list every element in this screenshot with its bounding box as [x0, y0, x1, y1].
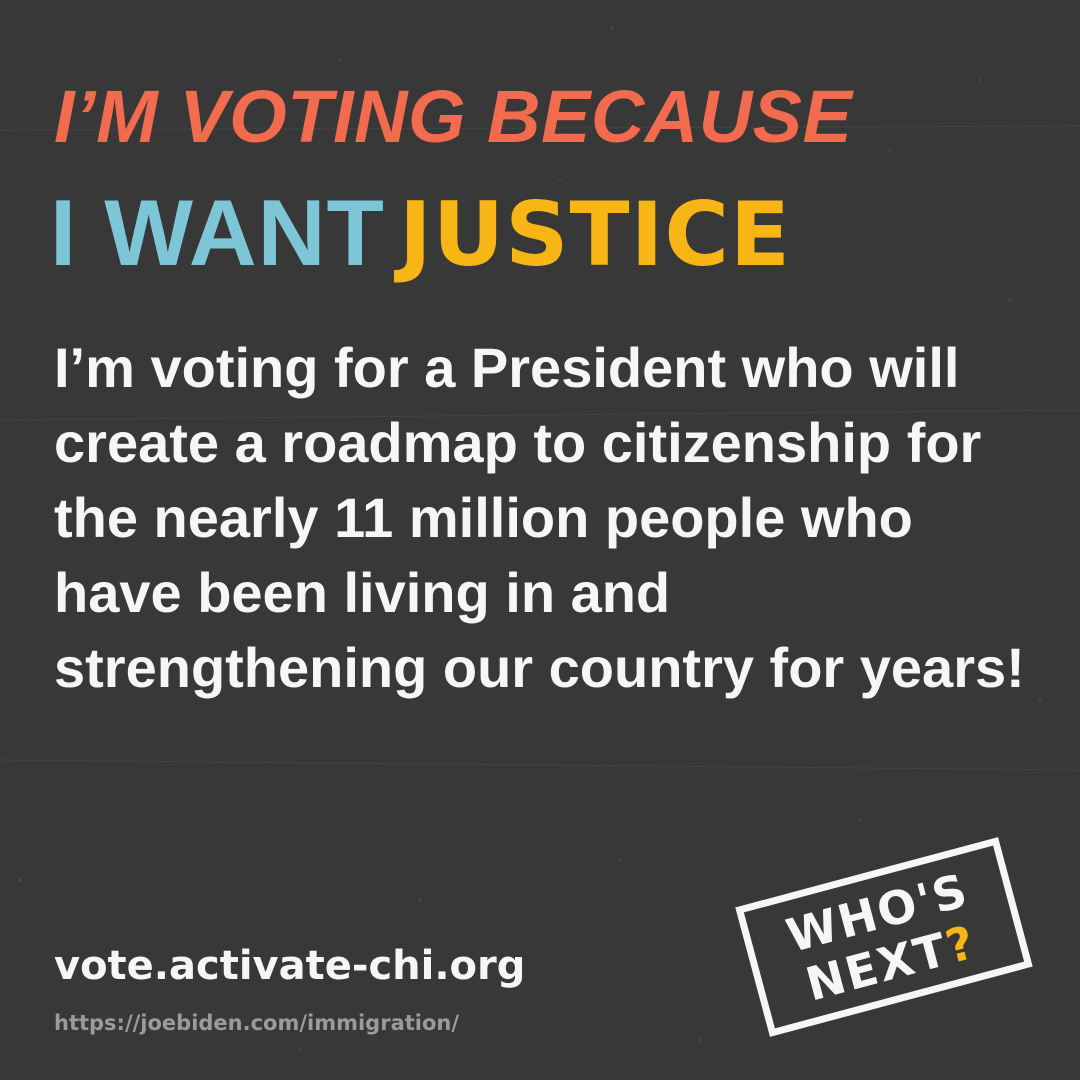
- headline-i-want: I WANT: [50, 180, 385, 285]
- headline-main: I WANT JUSTICE: [50, 186, 791, 280]
- headline-top: I’M VOTING BECAUSE: [54, 75, 853, 158]
- source-url: https://joebiden.com/immigration/: [54, 1011, 460, 1035]
- whos-next-stamp: WHO'S NEXT?: [735, 837, 1033, 1037]
- headline-justice: JUSTICE: [398, 183, 792, 286]
- site-url: vote.activate-chi.org: [54, 943, 526, 989]
- body-statement: I’m voting for a President who will crea…: [54, 336, 1025, 699]
